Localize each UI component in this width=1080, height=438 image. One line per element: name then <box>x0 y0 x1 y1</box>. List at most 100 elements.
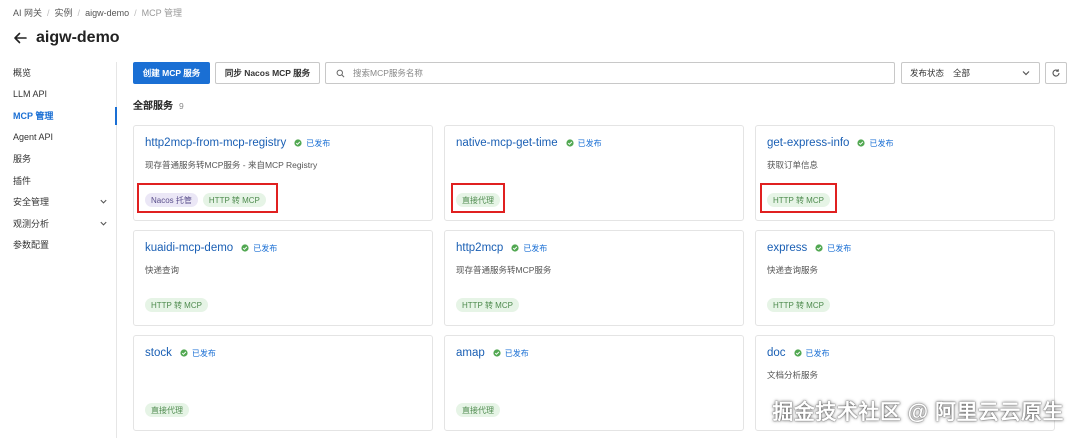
status-filter-select[interactable]: 发布状态 全部 <box>901 62 1040 84</box>
check-circle-icon <box>180 349 188 357</box>
service-description: 现存普通服务转MCP服务 <box>456 265 552 275</box>
tag-list: 直接代理 <box>145 403 189 417</box>
card-title-row: get-express-info 已发布 <box>767 137 893 149</box>
breadcrumb: AI 网关 / 实例 / aigw-demo / MCP 管理 <box>13 6 182 19</box>
service-name-link[interactable]: kuaidi-mcp-demo <box>145 242 233 254</box>
highlight-box <box>760 183 837 213</box>
sidebar-item-agent-api[interactable]: Agent API <box>0 127 116 149</box>
check-circle-icon <box>241 244 249 252</box>
sidebar-item-label: 概览 <box>13 68 32 79</box>
sidebar: 概览 LLM API MCP 管理 Agent API 服务 插件 安全管理 观… <box>0 62 117 438</box>
card-title-row: kuaidi-mcp-demo 已发布 <box>145 242 277 254</box>
check-circle-icon <box>815 244 823 252</box>
service-tag: HTTP 转 MCP <box>145 298 208 312</box>
service-description: 快递查询服务 <box>767 265 819 275</box>
tag-list: HTTP 转 MCP <box>145 298 208 312</box>
chevron-down-icon <box>100 221 107 226</box>
sidebar-item-observability[interactable]: 观测分析 <box>0 213 116 235</box>
breadcrumb-aigw-demo[interactable]: aigw-demo <box>85 8 129 18</box>
service-description: 快递查询 <box>145 265 180 275</box>
sidebar-item-params[interactable]: 参数配置 <box>0 234 116 256</box>
service-name-link[interactable]: http2mcp-from-mcp-registry <box>145 137 286 149</box>
breadcrumb-ai-gateway[interactable]: AI 网关 <box>13 6 42 19</box>
status-badge: 已发布 <box>815 243 851 254</box>
breadcrumb-instance[interactable]: 实例 <box>55 6 73 19</box>
card-title-row: doc 已发布 <box>767 347 830 359</box>
service-name-link[interactable]: doc <box>767 347 786 359</box>
refresh-icon <box>1052 69 1060 77</box>
service-description: 文档分析服务 <box>767 370 819 380</box>
service-name-link[interactable]: get-express-info <box>767 137 849 149</box>
service-card[interactable]: amap 已发布直接代理 <box>444 335 744 431</box>
card-title-row: stock 已发布 <box>145 347 216 359</box>
sidebar-item-plugins[interactable]: 插件 <box>0 170 116 192</box>
status-badge: 已发布 <box>180 348 216 359</box>
status-text: 已发布 <box>191 348 216 358</box>
service-tag: 直接代理 <box>145 403 189 417</box>
search-input[interactable] <box>353 68 853 78</box>
section-title: 全部服务 <box>133 101 173 112</box>
service-tag: 直接代理 <box>456 403 500 417</box>
status-badge: 已发布 <box>241 243 277 254</box>
search-icon <box>336 69 345 77</box>
refresh-button[interactable] <box>1045 62 1067 84</box>
sidebar-item-mcp[interactable]: MCP 管理 <box>0 105 117 127</box>
create-mcp-button[interactable]: 创建 MCP 服务 <box>133 62 210 84</box>
service-name-link[interactable]: stock <box>145 347 172 359</box>
tag-list: HTTP 转 MCP <box>456 298 519 312</box>
service-name-link[interactable]: native-mcp-get-time <box>456 137 558 149</box>
card-title-row: http2mcp-from-mcp-registry 已发布 <box>145 137 330 149</box>
back-arrow-icon[interactable] <box>12 30 28 46</box>
card-title-row: http2mcp 已发布 <box>456 242 547 254</box>
service-name-link[interactable]: amap <box>456 347 485 359</box>
status-badge: 已发布 <box>857 138 893 149</box>
highlight-box <box>137 183 278 213</box>
sidebar-item-llm-api[interactable]: LLM API <box>0 84 116 106</box>
service-name-link[interactable]: http2mcp <box>456 242 503 254</box>
status-badge: 已发布 <box>294 138 330 149</box>
sidebar-item-label: LLM API <box>13 89 48 100</box>
service-tag: HTTP 转 MCP <box>767 298 830 312</box>
check-circle-icon <box>294 139 302 147</box>
check-circle-icon <box>793 349 802 357</box>
status-badge: 已发布 <box>793 348 830 359</box>
service-card[interactable]: stock 已发布直接代理 <box>133 335 433 431</box>
sidebar-item-label: 服务 <box>13 154 32 165</box>
status-text: 已发布 <box>504 348 529 358</box>
highlight-box <box>451 183 505 213</box>
search-box <box>325 62 895 84</box>
sidebar-item-label: Agent API <box>13 132 54 143</box>
chevron-down-icon <box>1022 71 1030 76</box>
chevron-down-icon <box>100 200 107 204</box>
status-badge: 已发布 <box>493 348 529 359</box>
status-filter-label: 发布状态 <box>910 68 945 78</box>
service-description: 现存普通服务转MCP服务 - 来自MCP Registry <box>145 160 318 170</box>
sidebar-item-label: 观测分析 <box>13 218 50 229</box>
card-title-row: amap 已发布 <box>456 347 529 359</box>
service-name-link[interactable]: express <box>767 242 807 254</box>
page-title: aigw-demo <box>36 29 120 46</box>
sidebar-item-security[interactable]: 安全管理 <box>0 191 116 213</box>
check-circle-icon <box>493 349 501 357</box>
status-text: 已发布 <box>805 348 830 358</box>
status-text: 已发布 <box>306 138 331 148</box>
sidebar-item-services[interactable]: 服务 <box>0 148 116 170</box>
breadcrumb-separator: / <box>134 7 137 18</box>
service-card[interactable]: http2mcp 已发布现存普通服务转MCP服务 HTTP 转 MCP <box>444 230 744 326</box>
sidebar-item-label: 安全管理 <box>13 197 50 208</box>
sidebar-item-label: MCP 管理 <box>13 111 54 122</box>
card-title-row: express 已发布 <box>767 242 851 254</box>
status-text: 已发布 <box>869 138 894 148</box>
tag-list: 直接代理 <box>456 403 500 417</box>
tag-list: HTTP 转 MCP <box>767 298 830 312</box>
service-card[interactable]: express 已发布快递查询服务 HTTP 转 MCP <box>755 230 1055 326</box>
service-card[interactable]: kuaidi-mcp-demo 已发布快递查询 HTTP 转 MCP <box>133 230 433 326</box>
status-text: 已发布 <box>827 243 852 253</box>
sync-nacos-button[interactable]: 同步 Nacos MCP 服务 <box>215 62 320 84</box>
status-text: 已发布 <box>253 243 278 253</box>
breadcrumb-separator: / <box>77 7 81 18</box>
sidebar-item-overview[interactable]: 概览 <box>0 62 116 84</box>
card-title-row: native-mcp-get-time 已发布 <box>456 137 602 149</box>
check-circle-icon <box>566 139 574 147</box>
status-badge: 已发布 <box>511 243 547 254</box>
